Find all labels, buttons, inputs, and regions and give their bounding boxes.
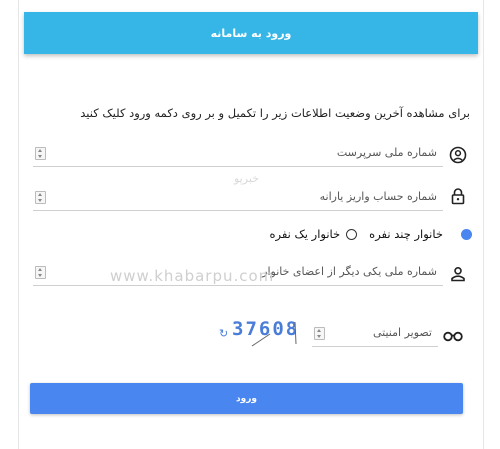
captcha-placeholder: تصویر امنیتی bbox=[373, 326, 432, 339]
person-circle-icon bbox=[449, 146, 467, 164]
national-id-field[interactable]: شماره ملی سرپرست bbox=[33, 142, 443, 167]
captcha-field[interactable]: تصویر امنیتی bbox=[312, 322, 438, 347]
member-id-placeholder: شماره ملی یکی دیگر از اعضای خانوار bbox=[262, 265, 437, 278]
account-placeholder: شماره حساب واریز یارانه bbox=[319, 190, 437, 203]
spinner-icon[interactable] bbox=[35, 266, 46, 279]
radio-multi[interactable] bbox=[461, 228, 472, 240]
watermark-en: www.khabarpu.com bbox=[110, 267, 275, 285]
person-icon bbox=[451, 267, 465, 282]
header-title: ورود به سامانه bbox=[210, 26, 292, 40]
captcha-noise bbox=[251, 321, 297, 347]
instruction-text: برای مشاهده آخرین وضعیت اطلاعات زیر را ت… bbox=[80, 106, 470, 120]
household-type-group: خانوار چند نفره خانوار یک نفره bbox=[269, 227, 472, 241]
submit-button[interactable]: ورود bbox=[30, 383, 463, 414]
spinner-icon[interactable] bbox=[314, 327, 325, 340]
spinner-icon[interactable] bbox=[35, 191, 46, 204]
login-card bbox=[18, 0, 484, 449]
watermark-fa: خبرپو bbox=[234, 172, 259, 185]
radio-single[interactable] bbox=[346, 228, 358, 240]
glasses-icon bbox=[443, 331, 463, 342]
lock-icon bbox=[451, 188, 465, 205]
national-id-placeholder: شماره ملی سرپرست bbox=[336, 146, 437, 159]
refresh-captcha-icon[interactable]: ↻ bbox=[219, 327, 228, 340]
login-header: ورود به سامانه bbox=[24, 12, 478, 54]
account-field[interactable]: شماره حساب واریز یارانه bbox=[33, 186, 443, 211]
radio-multi-label: خانوار چند نفره bbox=[369, 227, 443, 241]
spinner-icon[interactable] bbox=[35, 147, 46, 160]
radio-single-label: خانوار یک نفره bbox=[269, 227, 341, 241]
